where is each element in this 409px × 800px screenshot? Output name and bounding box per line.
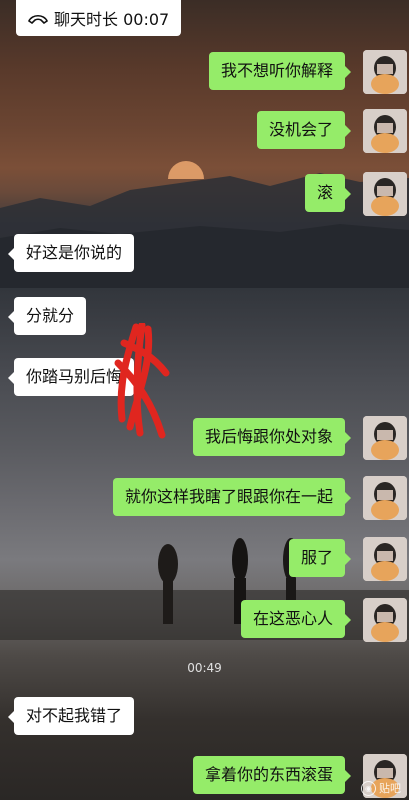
message-bubble[interactable]: 好这是你说的 [7, 234, 135, 272]
message-bubble[interactable]: 就你这样我瞎了眼跟你在一起 [112, 478, 352, 516]
message-text: 在这恶心人 [252, 609, 333, 628]
message-text: 分就分 [26, 306, 75, 325]
avatar[interactable] [363, 476, 407, 520]
weibo-icon: ◉ [361, 780, 376, 796]
avatar[interactable] [363, 598, 407, 642]
avatar[interactable] [363, 416, 407, 460]
watermark-text: 贴吧 [379, 782, 401, 795]
watermark: ◉ 贴吧 [361, 780, 401, 796]
message-text: 没机会了 [268, 120, 333, 139]
timestamp: 00:49 [187, 661, 222, 675]
message-text: 滚 [316, 183, 333, 202]
message-text: 拿着你的东西滚蛋 [204, 765, 333, 784]
message-text: 对不起我错了 [26, 706, 123, 725]
avatar[interactable] [363, 109, 407, 153]
message-bubble[interactable]: 分就分 [7, 297, 87, 335]
avatar[interactable] [363, 537, 407, 581]
message-text: 我不想听你解释 [220, 61, 333, 80]
call-duration-bubble[interactable]: 聊天时长 00:07 [16, 0, 182, 36]
red-scribble-mark [114, 323, 170, 439]
message-bubble[interactable]: 在这恶心人 [240, 600, 352, 638]
avatar[interactable] [363, 172, 407, 216]
background-photo [0, 0, 409, 800]
message-bubble[interactable]: 我后悔跟你处对象 [192, 418, 352, 456]
message-bubble[interactable]: 没机会了 [256, 111, 352, 149]
message-text: 好这是你说的 [26, 243, 123, 262]
message-text: 就你这样我瞎了眼跟你在一起 [124, 487, 333, 506]
call-duration-text: 聊天时长 00:07 [54, 10, 170, 29]
message-bubble[interactable]: 服了 [288, 539, 352, 577]
avatar[interactable] [363, 50, 407, 94]
message-bubble[interactable]: 拿着你的东西滚蛋 [192, 756, 352, 794]
phone-hangup-icon [28, 12, 48, 24]
message-bubble[interactable]: 我不想听你解释 [208, 52, 352, 90]
message-bubble[interactable]: 滚 [304, 174, 352, 212]
message-bubble[interactable]: 对不起我错了 [7, 697, 135, 735]
message-text: 我后悔跟你处对象 [204, 427, 333, 446]
message-text: 服了 [300, 548, 333, 567]
